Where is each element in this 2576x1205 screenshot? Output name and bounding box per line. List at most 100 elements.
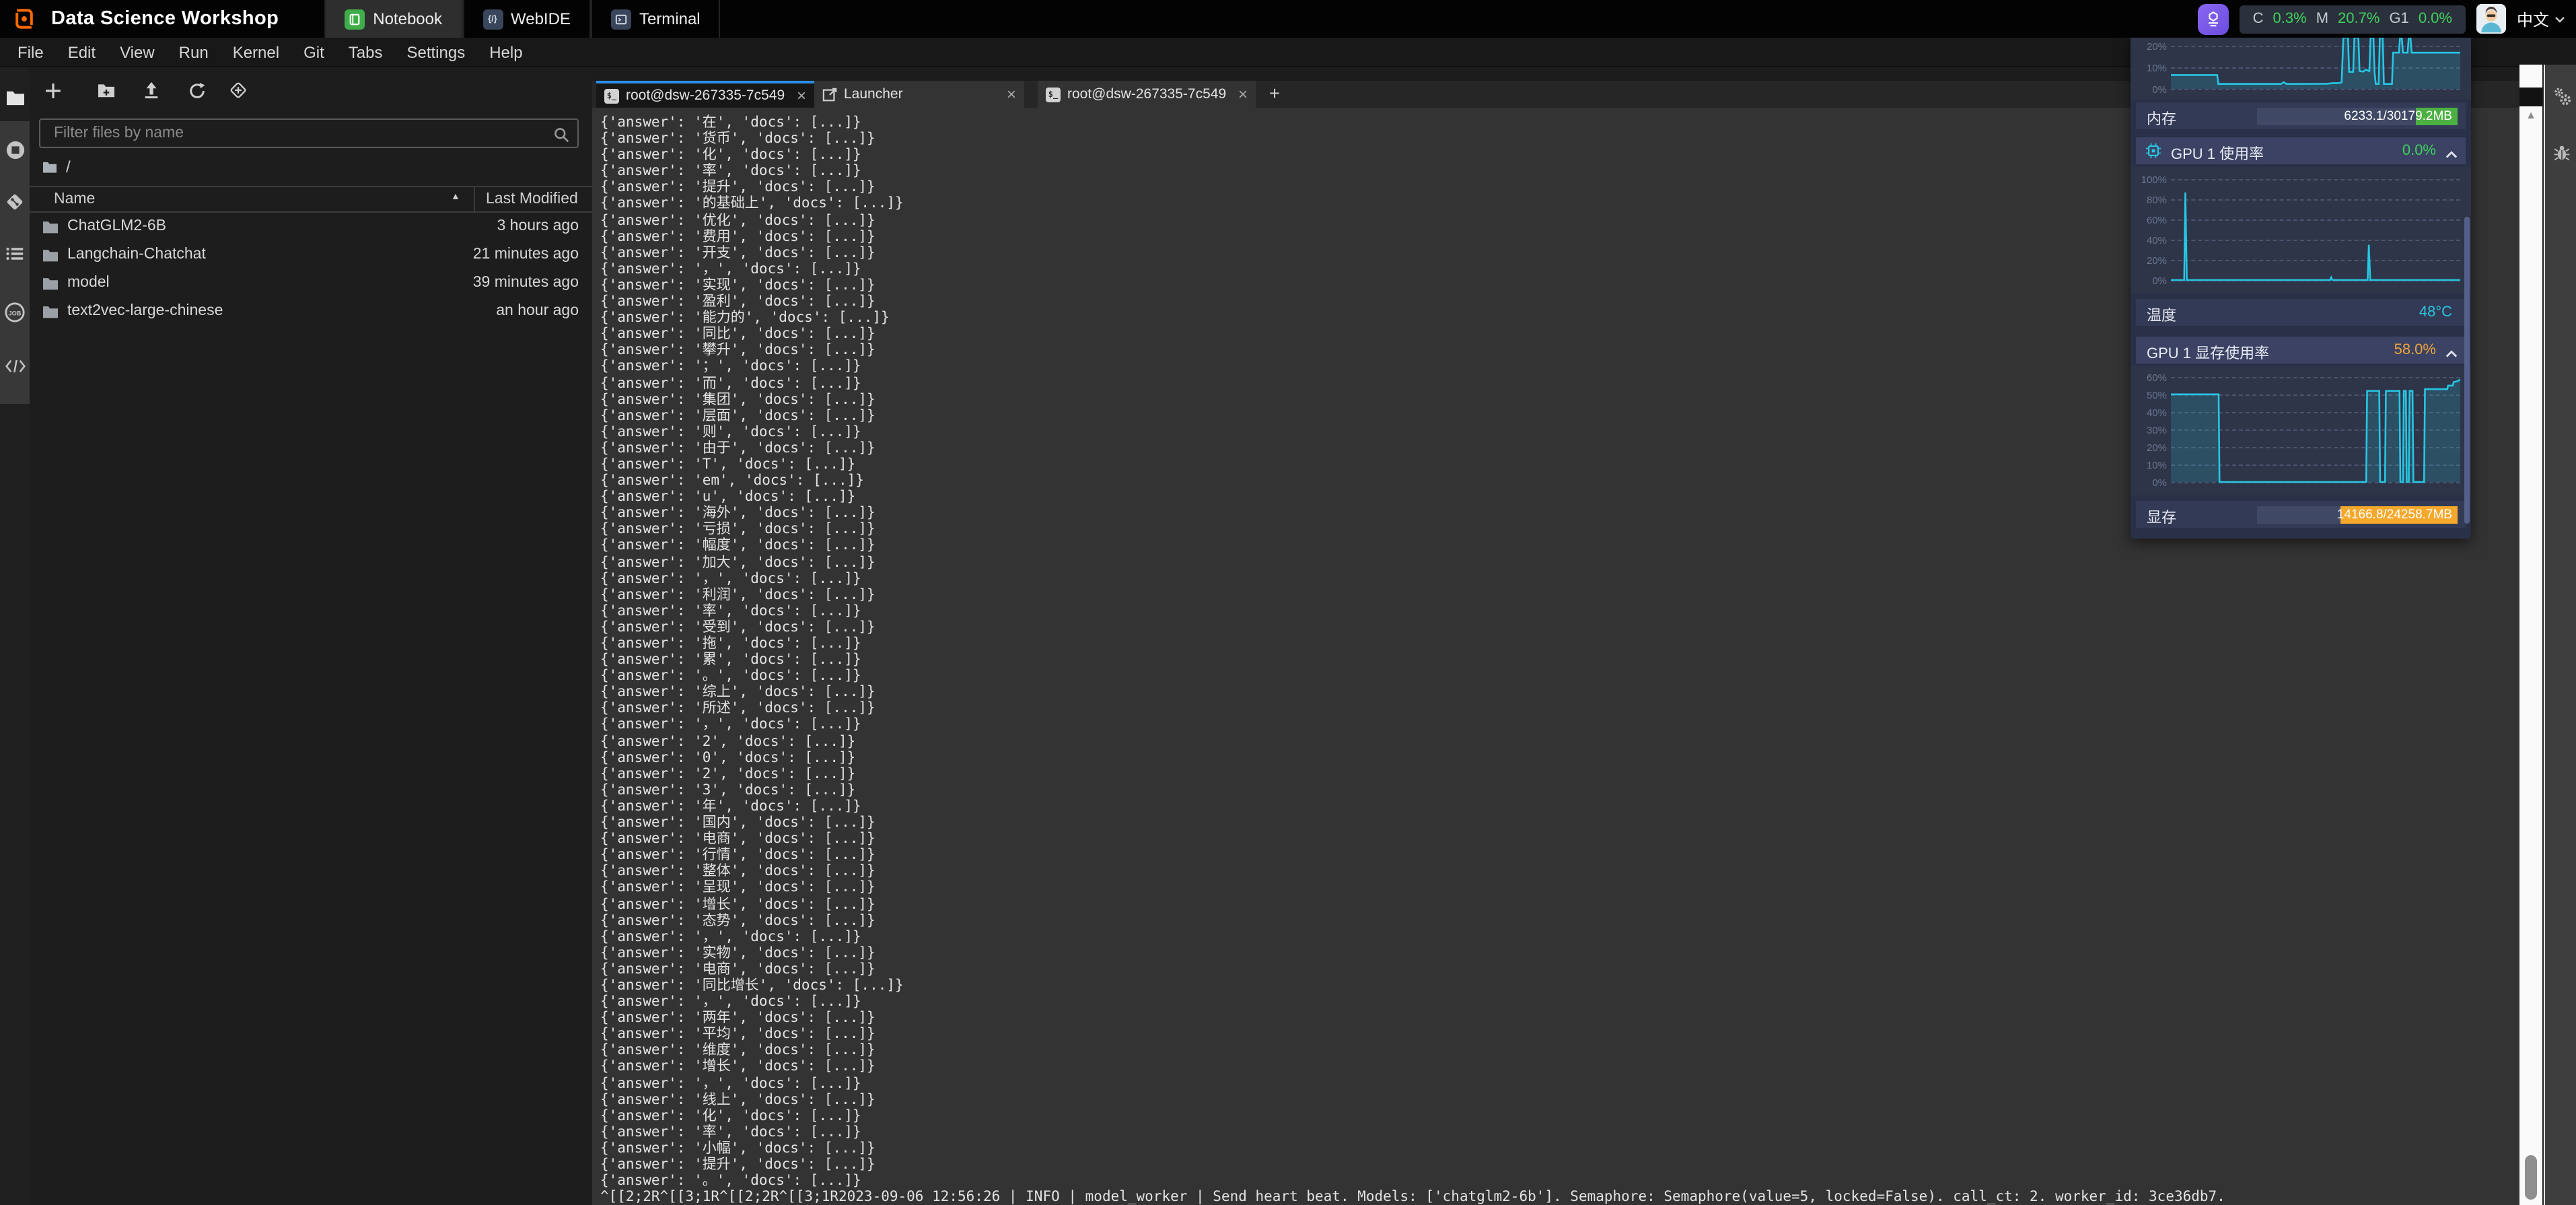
axis-tick-label: 60% [2135, 214, 2167, 226]
chevron-up-icon[interactable] [2445, 147, 2458, 163]
menu-item[interactable]: Run [167, 37, 221, 67]
file-list-item[interactable]: Langchain-Chatchat 21 minutes ago [30, 242, 592, 271]
git-clone-icon[interactable] [226, 78, 250, 102]
product-tab-terminal[interactable]: Terminal [591, 0, 721, 38]
column-last-modified[interactable]: Last Modified [486, 191, 578, 207]
vram-utilization-header[interactable]: GPU 1 显存使用率 58.0% [2136, 337, 2466, 364]
file-list-item[interactable]: ChatGLM2-6B 3 hours ago [30, 214, 592, 242]
terminal-output-line: {'answer': '2', 'docs': [...]} [600, 733, 2519, 749]
new-folder-icon[interactable] [94, 78, 118, 102]
terminal-output-line: {'answer': '国内', 'docs': [...]} [600, 815, 2519, 831]
scroll-up-arrow-icon[interactable]: ▲ [2519, 109, 2542, 121]
file-modified: an hour ago [496, 303, 579, 319]
product-tab-webide[interactable]: {/} WebIDE [462, 0, 591, 38]
close-icon[interactable]: × [797, 88, 806, 104]
terminal-output-line: {'answer': '增长', 'docs': [...]} [600, 896, 2519, 912]
gpu-value: 0.0% [2419, 11, 2452, 27]
product-tab-label: Terminal [639, 9, 701, 28]
monitor-scrollbar-thumb[interactable] [2464, 217, 2470, 524]
terminal-output-line: {'answer': '，', 'docs': [...]} [600, 570, 2519, 586]
app-title: Data Science Workshop [51, 8, 279, 30]
file-browser-icon[interactable] [0, 82, 30, 112]
terminal-scrollbar[interactable]: ▲ [2519, 65, 2542, 1205]
terminal-output-line: {'answer': '线上', 'docs': [...]} [600, 1091, 2519, 1107]
menu-item[interactable]: Git [291, 37, 336, 67]
file-modified: 39 minutes ago [473, 275, 579, 291]
memory-usage-chart: 20%10%0% [2131, 35, 2471, 100]
tab-terminal-1[interactable]: $_ root@dsw-267335-7c5496d6 × [596, 81, 814, 108]
job-icon[interactable]: JOB [0, 298, 30, 327]
close-icon[interactable]: × [1007, 86, 1016, 102]
search-icon [553, 125, 569, 149]
cpu-value: 0.3% [2273, 11, 2307, 27]
terminal-output-line: {'answer': '提升', 'docs': [...]} [600, 1157, 2519, 1173]
scrollbar-thumb[interactable] [2525, 1155, 2537, 1200]
folder-icon [42, 219, 59, 238]
terminal-output-line: {'answer': '综上', 'docs': [...]} [600, 685, 2519, 701]
axis-tick-label: 20% [2135, 442, 2167, 454]
gpu-utilization-title: GPU 1 使用率 [2171, 143, 2264, 164]
terminal-output-line: {'answer': '，', 'docs': [...]} [600, 994, 2519, 1010]
terminal-output-line: {'answer': '实物', 'docs': [...]} [600, 945, 2519, 961]
terminal-output-line: {'answer': '2', 'docs': [...]} [600, 766, 2519, 782]
menu-item[interactable]: Settings [394, 37, 477, 67]
file-modified: 3 hours ago [497, 218, 579, 234]
axis-tick-label: 50% [2135, 389, 2167, 401]
debugger-bug-icon[interactable] [2545, 137, 2576, 167]
mem-key: M [2316, 11, 2328, 27]
language-label: 中文 [2517, 7, 2549, 30]
file-list-item[interactable]: model 39 minutes ago [30, 271, 592, 299]
filter-files-input[interactable] [51, 120, 536, 147]
terminal-output-line: {'answer': '受到', 'docs': [...]} [600, 619, 2519, 635]
file-name: ChatGLM2-6B [67, 218, 166, 234]
vram-chart-plot: 60%50%40%30%20%10%0% [2171, 372, 2460, 482]
chart-gpu-series [2171, 172, 2460, 280]
table-of-contents-icon[interactable] [0, 238, 30, 268]
file-browser-toolbar [30, 75, 592, 105]
property-inspector-gears-icon[interactable] [2545, 81, 2576, 110]
running-kernels-icon[interactable] [0, 135, 30, 164]
terminal-output-line: {'answer': '。', 'docs': [...]} [600, 1173, 2519, 1189]
memory-value: 6233.1/30179.2MB [2344, 107, 2452, 125]
right-sidebar [2544, 65, 2576, 1205]
product-tab-notebook[interactable]: Notebook [324, 0, 462, 38]
column-name[interactable]: Name [54, 191, 95, 207]
menu-item[interactable]: Tabs [336, 37, 395, 67]
terminal-output-line: {'answer': '两年', 'docs': [...]} [600, 1010, 2519, 1026]
assistant-icon[interactable] [2198, 3, 2229, 34]
breadcrumb[interactable]: / [42, 156, 71, 178]
chevron-up-icon[interactable] [2445, 346, 2458, 362]
dsw-logo-icon [11, 5, 38, 32]
tab-terminal-2[interactable]: $_ root@dsw-267335-7c5496d6 × [1038, 81, 1256, 108]
code-snippets-icon[interactable] [0, 351, 30, 381]
file-list: ChatGLM2-6B 3 hours ago Langchain-Chatch… [30, 214, 592, 327]
user-avatar[interactable] [2476, 4, 2506, 34]
new-launcher-icon[interactable] [40, 78, 65, 102]
menu-item[interactable]: View [108, 37, 167, 67]
git-sidebar-icon[interactable] [0, 187, 30, 217]
refresh-icon[interactable] [184, 78, 209, 102]
terminal-output-line: {'answer': '幅度', 'docs': [...]} [600, 538, 2519, 554]
temperature-row: 温度 48°C [2136, 299, 2466, 326]
menu-item[interactable]: Edit [56, 37, 108, 67]
upload-icon[interactable] [139, 78, 163, 102]
menu-item[interactable]: Kernel [221, 37, 291, 67]
language-switcher[interactable]: 中文 [2517, 7, 2565, 30]
breadcrumb-root: / [66, 158, 71, 176]
resource-usage-pill[interactable]: C 0.3% M 20.7% G1 0.0% [2240, 5, 2466, 33]
vram-utilization-chart: 60%50%40%30%20%10%0% [2131, 366, 2471, 495]
file-name: Langchain-Chatchat [67, 246, 206, 263]
mem-value: 20.7% [2338, 11, 2380, 27]
gpu-utilization-header[interactable]: GPU 1 使用率 0.0% [2136, 137, 2466, 164]
close-icon[interactable]: × [1238, 86, 1248, 102]
file-list-item[interactable]: text2vec-large-chinese an hour ago [30, 299, 592, 327]
product-tab-label: WebIDE [511, 9, 571, 28]
menu-item[interactable]: Help [477, 37, 534, 67]
add-tab-button[interactable]: + [1261, 81, 1288, 108]
tab-launcher[interactable]: Launcher × [814, 81, 1024, 108]
menu-item[interactable]: File [5, 37, 56, 67]
notebook-icon [345, 9, 365, 29]
memory-label: 内存 [2147, 108, 2176, 129]
sort-ascending-icon[interactable]: ▲ [451, 193, 460, 202]
axis-tick-label: 20% [2135, 41, 2167, 53]
